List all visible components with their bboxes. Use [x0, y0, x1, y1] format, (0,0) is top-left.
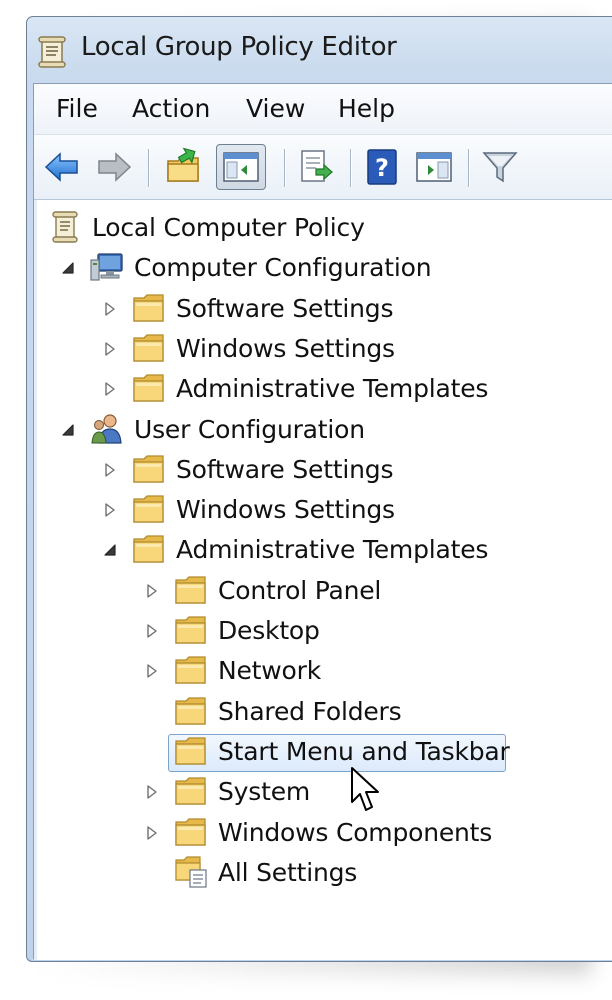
- show-hide-action-pane-button[interactable]: [414, 147, 454, 187]
- collapsed-triangle-icon[interactable]: [102, 341, 118, 357]
- menu-help[interactable]: Help: [332, 92, 401, 125]
- tree-node-windows-settings[interactable]: Windows Settings: [34, 492, 594, 528]
- tree-node-label: All Settings: [218, 857, 358, 887]
- policy-scroll-icon: [35, 35, 69, 69]
- expanded-triangle-icon[interactable]: [102, 542, 118, 558]
- show-hide-console-tree-button[interactable]: [221, 147, 261, 187]
- up-one-level-button[interactable]: [164, 147, 204, 187]
- tree-node-desktop[interactable]: Desktop: [34, 613, 594, 649]
- tree-node-label: System: [218, 777, 311, 807]
- toolbar-separator: [350, 149, 351, 187]
- collapsed-triangle-icon[interactable]: [102, 301, 118, 317]
- tree-node-start-menu-and-taskbar[interactable]: Start Menu and Taskbar: [34, 733, 594, 772]
- menu-file[interactable]: File: [50, 92, 104, 125]
- tree-node-windows-settings[interactable]: Windows Settings: [34, 331, 594, 367]
- menu-bar: File Action View Help: [34, 84, 612, 135]
- help-button[interactable]: ?: [362, 147, 402, 187]
- tree-node-label: Start Menu and Taskbar: [218, 736, 510, 766]
- up-folder-icon: [167, 147, 199, 182]
- collapsed-triangle-icon[interactable]: [144, 825, 160, 841]
- menu-action[interactable]: Action: [126, 92, 216, 125]
- toolbar-separator: [468, 149, 469, 187]
- tree-node-label: Shared Folders: [218, 696, 402, 726]
- expanded-triangle-icon[interactable]: [60, 260, 76, 276]
- tree-node-shared-folders[interactable]: Shared Folders: [34, 694, 594, 730]
- folder-icon: [174, 654, 208, 686]
- tree-node-all-settings[interactable]: All Settings: [34, 855, 594, 891]
- title-bar[interactable]: Local Group Policy Editor: [27, 17, 612, 83]
- tree-node-label: Administrative Templates: [176, 374, 489, 404]
- tree-node-label: Windows Settings: [176, 333, 395, 363]
- all-settings-icon: [174, 856, 208, 888]
- folder-icon: [132, 453, 166, 485]
- tree-node-windows-components[interactable]: Windows Components: [34, 815, 594, 851]
- show-hide-console-tree-icon: [223, 152, 259, 182]
- folder-icon: [174, 816, 208, 848]
- tree-node-label: Control Panel: [218, 575, 382, 605]
- tree-node-label: Local Computer Policy: [92, 213, 365, 242]
- toolbar-separator: [148, 149, 149, 187]
- tree-node-user-configuration[interactable]: User Configuration: [34, 412, 594, 448]
- screenshot-stage: Local Group Policy Editor File Action Vi…: [0, 0, 612, 1000]
- help-icon: ?: [367, 149, 397, 185]
- toolbar: ?: [34, 135, 612, 200]
- collapsed-triangle-icon[interactable]: [144, 663, 160, 679]
- folder-icon: [174, 735, 208, 767]
- filter-button[interactable]: [480, 147, 520, 187]
- tree-node-control-panel[interactable]: Control Panel: [34, 573, 594, 609]
- export-list-button[interactable]: [296, 147, 336, 187]
- tree-node-label: Windows Settings: [176, 495, 395, 525]
- svg-text:?: ?: [375, 154, 389, 182]
- collapsed-triangle-icon[interactable]: [144, 583, 160, 599]
- tree-node-label: Network: [218, 656, 321, 686]
- tree-node-label: Administrative Templates: [176, 535, 489, 565]
- tree-node-label: Software Settings: [176, 293, 394, 323]
- tree-node-administrative-templates[interactable]: Administrative Templates: [34, 532, 594, 568]
- toolbar-separator: [284, 149, 285, 187]
- collapsed-triangle-icon[interactable]: [144, 784, 160, 800]
- folder-icon: [132, 372, 166, 404]
- tree-node-network[interactable]: Network: [34, 653, 594, 689]
- tree-node-administrative-templates[interactable]: Administrative Templates: [34, 371, 594, 407]
- collapsed-triangle-icon[interactable]: [102, 462, 118, 478]
- collapsed-triangle-icon[interactable]: [102, 381, 118, 397]
- show-hide-action-pane-icon: [416, 152, 452, 182]
- computer-icon: [90, 251, 124, 283]
- window-client-area: File Action View Help ? Local Computer P…: [33, 83, 612, 960]
- tree-node-local-computer-policy[interactable]: Local Computer Policy: [34, 210, 594, 246]
- folder-icon: [174, 614, 208, 646]
- collapsed-triangle-icon[interactable]: [144, 623, 160, 639]
- console-tree: Local Computer Policy Computer Configurat…: [34, 200, 612, 960]
- users-icon: [90, 413, 124, 445]
- forward-button[interactable]: [94, 147, 134, 187]
- folder-icon: [174, 574, 208, 606]
- folder-icon: [132, 292, 166, 324]
- mouse-pointer-icon: [351, 767, 379, 811]
- tree-node-label: Computer Configuration: [134, 253, 432, 283]
- group-policy-editor-window: Local Group Policy Editor File Action Vi…: [26, 16, 612, 962]
- back-arrow-icon: [44, 152, 78, 182]
- folder-icon: [174, 695, 208, 727]
- folder-icon: [132, 493, 166, 525]
- back-button[interactable]: [42, 147, 82, 187]
- forward-arrow-icon: [98, 152, 132, 182]
- tree-node-label: Software Settings: [176, 454, 394, 484]
- collapsed-triangle-icon[interactable]: [102, 502, 118, 518]
- policy-scroll-icon: [48, 211, 82, 243]
- tree-node-software-settings[interactable]: Software Settings: [34, 291, 594, 327]
- tree-node-software-settings[interactable]: Software Settings: [34, 452, 594, 488]
- window-title: Local Group Policy Editor: [81, 32, 397, 62]
- export-list-icon: [301, 150, 333, 182]
- menu-view[interactable]: View: [240, 92, 311, 125]
- tree-node-system[interactable]: System: [34, 774, 594, 810]
- expanded-triangle-icon[interactable]: [60, 422, 76, 438]
- folder-icon: [174, 775, 208, 807]
- filter-icon: [482, 152, 518, 183]
- tree-node-label: User Configuration: [134, 414, 365, 444]
- tree-node-label: Windows Components: [218, 817, 493, 847]
- folder-icon: [132, 533, 166, 565]
- folder-icon: [132, 332, 166, 364]
- tree-node-computer-configuration[interactable]: Computer Configuration: [34, 250, 594, 286]
- tree-node-label: Desktop: [218, 616, 320, 645]
